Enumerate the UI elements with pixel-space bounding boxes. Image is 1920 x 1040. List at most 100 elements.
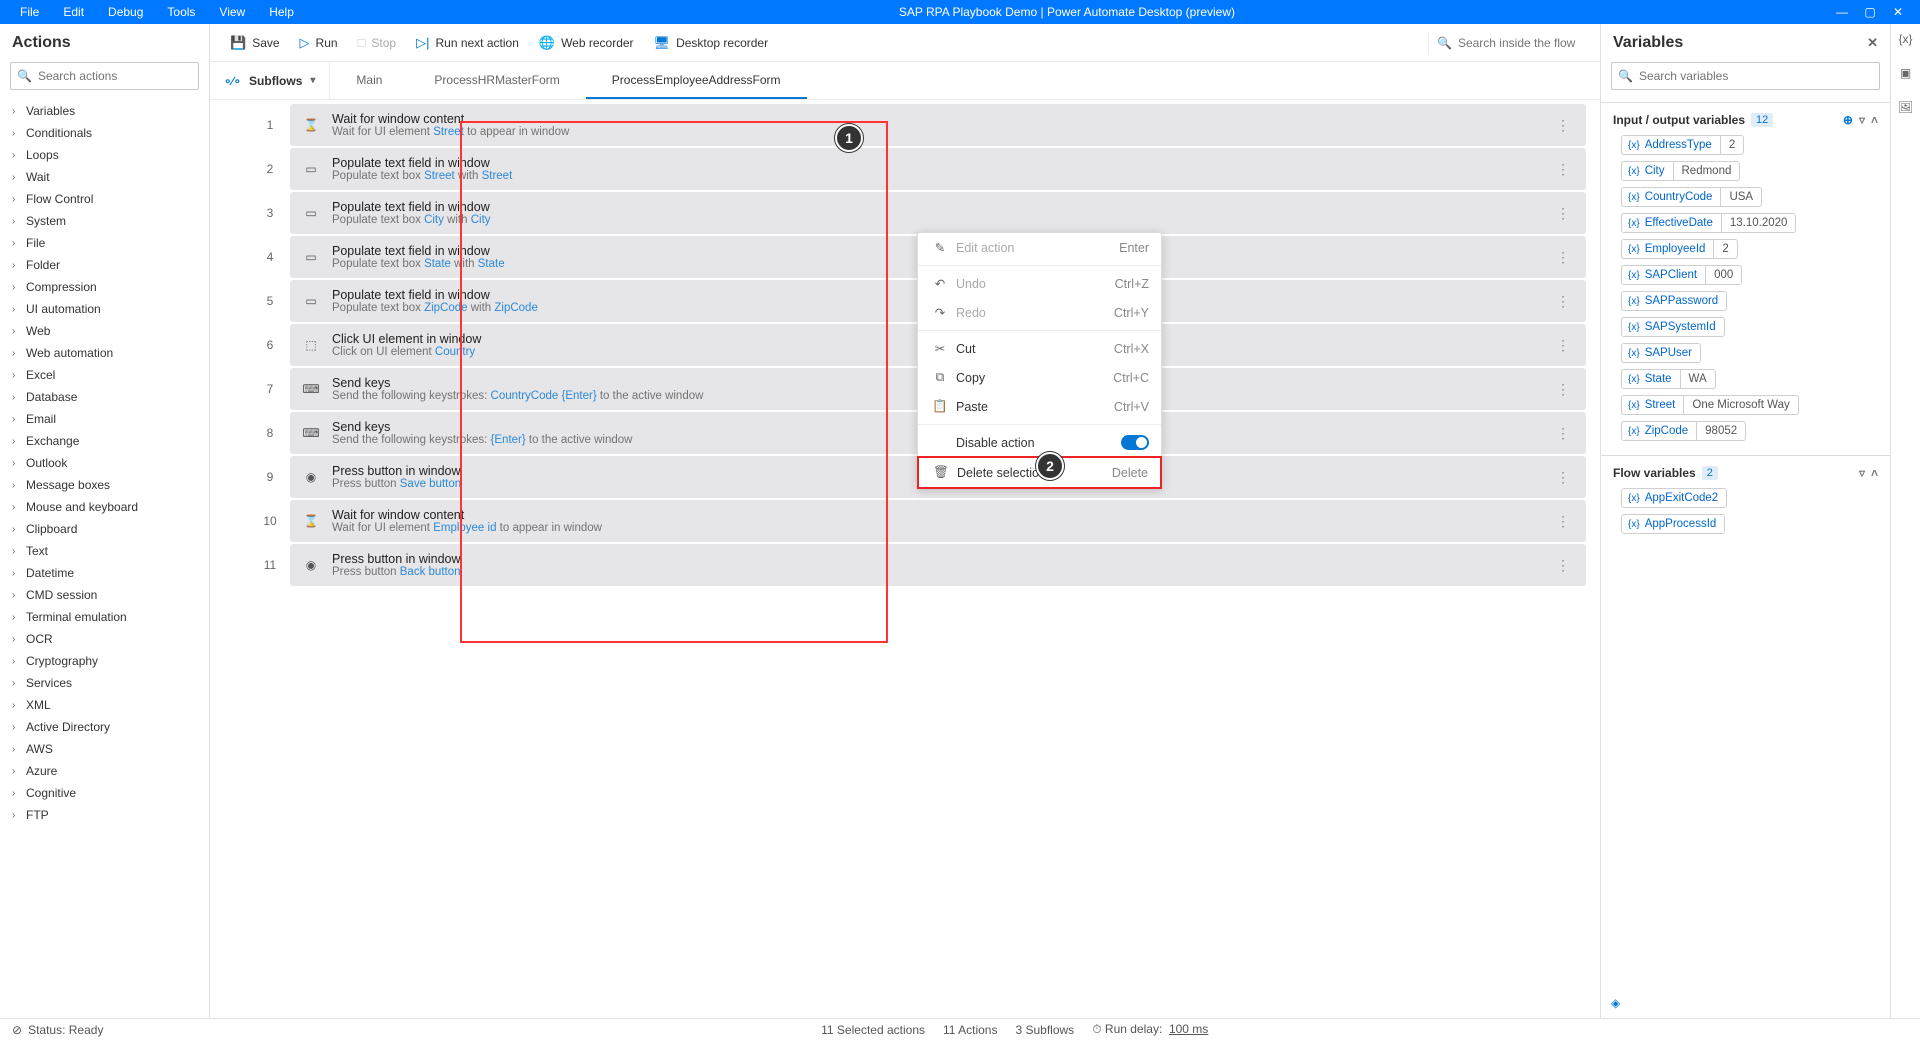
step-more-button[interactable]: ⋮ [1550, 469, 1576, 486]
action-category[interactable]: ›Conditionals [4, 122, 205, 144]
action-category[interactable]: ›XML [4, 694, 205, 716]
step-more-button[interactable]: ⋮ [1550, 205, 1576, 222]
action-category[interactable]: ›Folder [4, 254, 205, 276]
images-icon[interactable]: 🖼 [1898, 100, 1913, 114]
ctx-paste[interactable]: 📋PasteCtrl+V [918, 392, 1161, 421]
variable-chip[interactable]: {x}EffectiveDate13.10.2020 [1621, 213, 1884, 233]
desktop-recorder-button[interactable]: 🖥Desktop recorder [646, 31, 777, 55]
collapse-icon[interactable]: ˄ [1871, 113, 1878, 127]
action-category[interactable]: ›Wait [4, 166, 205, 188]
step-more-button[interactable]: ⋮ [1550, 425, 1576, 442]
variable-chip[interactable]: {x}AddressType2 [1621, 135, 1884, 155]
menu-tools[interactable]: Tools [155, 1, 207, 23]
close-window-button[interactable]: ✕ [1884, 5, 1912, 19]
flow-step[interactable]: 10⌛Wait for window contentWait for UI el… [250, 500, 1586, 542]
stop-button[interactable]: □Stop [350, 31, 405, 54]
action-category[interactable]: ›Active Directory [4, 716, 205, 738]
action-category[interactable]: ›Message boxes [4, 474, 205, 496]
action-category[interactable]: ›Cryptography [4, 650, 205, 672]
ctx-undo[interactable]: ↶UndoCtrl+Z [918, 269, 1161, 298]
action-category[interactable]: ›Services [4, 672, 205, 694]
variables-search-input[interactable] [1639, 69, 1873, 83]
action-category[interactable]: ›OCR [4, 628, 205, 650]
flow-step[interactable]: 2▭Populate text field in windowPopulate … [250, 148, 1586, 190]
variable-chip[interactable]: {x}StateWA [1621, 369, 1884, 389]
action-category[interactable]: ›Text [4, 540, 205, 562]
action-category[interactable]: ›File [4, 232, 205, 254]
web-recorder-button[interactable]: 🌐Web recorder [531, 31, 642, 55]
action-category[interactable]: ›Flow Control [4, 188, 205, 210]
subflows-dropdown[interactable]: ∘∕∘Subflows▾ [210, 62, 330, 99]
action-category[interactable]: ›Loops [4, 144, 205, 166]
action-category[interactable]: ›FTP [4, 804, 205, 826]
step-more-button[interactable]: ⋮ [1550, 161, 1576, 178]
save-button[interactable]: 💾Save [222, 31, 288, 55]
action-category[interactable]: ›Database [4, 386, 205, 408]
variable-chip[interactable]: {x}CityRedmond [1621, 161, 1884, 181]
variable-chip[interactable]: {x}StreetOne Microsoft Way [1621, 395, 1884, 415]
minimize-button[interactable]: — [1828, 5, 1856, 19]
action-category[interactable]: ›Azure [4, 760, 205, 782]
action-category[interactable]: ›System [4, 210, 205, 232]
menu-help[interactable]: Help [257, 1, 306, 23]
ctx-copy[interactable]: ⧉CopyCtrl+C [918, 363, 1161, 392]
ctx-redo[interactable]: ↷RedoCtrl+Y [918, 298, 1161, 327]
variable-chip[interactable]: {x}SAPUser [1621, 343, 1884, 363]
variable-chip[interactable]: {x}SAPSystemId [1621, 317, 1884, 337]
action-category[interactable]: ›Compression [4, 276, 205, 298]
collapse-icon[interactable]: ˄ [1871, 466, 1878, 480]
layers-icon[interactable]: ▣ [1900, 66, 1911, 80]
flow-search-input[interactable] [1458, 36, 1580, 50]
ctx-disable-action[interactable]: Disable action [918, 428, 1161, 457]
add-variable-button[interactable]: ⊕ [1843, 113, 1853, 127]
action-category[interactable]: ›Email [4, 408, 205, 430]
ctx-cut[interactable]: ✂CutCtrl+X [918, 334, 1161, 363]
ctx-edit-action[interactable]: ✎Edit actionEnter [918, 233, 1161, 262]
step-more-button[interactable]: ⋮ [1550, 557, 1576, 574]
actions-search[interactable]: 🔍 [10, 62, 199, 90]
action-category[interactable]: ›Web automation [4, 342, 205, 364]
step-more-button[interactable]: ⋮ [1550, 337, 1576, 354]
menu-edit[interactable]: Edit [51, 1, 96, 23]
flow-step[interactable]: 1⌛Wait for window contentWait for UI ele… [250, 104, 1586, 146]
variable-chip[interactable]: {x}AppExitCode2 [1621, 488, 1884, 508]
variable-chip[interactable]: {x}ZipCode98052 [1621, 421, 1884, 441]
step-more-button[interactable]: ⋮ [1550, 381, 1576, 398]
variable-chip[interactable]: {x}AppProcessId [1621, 514, 1884, 534]
step-more-button[interactable]: ⋮ [1550, 293, 1576, 310]
variables-search[interactable]: 🔍 [1611, 62, 1880, 90]
run-button[interactable]: ▷Run [292, 31, 346, 55]
run-next-button[interactable]: ▷|Run next action [408, 31, 527, 55]
tab-main[interactable]: Main [330, 62, 408, 99]
action-category[interactable]: ›AWS [4, 738, 205, 760]
tab-processhrmasterform[interactable]: ProcessHRMasterForm [408, 62, 585, 99]
actions-search-input[interactable] [38, 69, 193, 83]
step-more-button[interactable]: ⋮ [1550, 249, 1576, 266]
run-delay-value[interactable]: 100 ms [1169, 1022, 1208, 1036]
io-variables-header[interactable]: Input / output variables 12 ⊕ ▿ ˄ [1601, 107, 1890, 133]
action-category[interactable]: ›Web [4, 320, 205, 342]
selection-toggle-icon[interactable]: ◈ [1611, 996, 1620, 1010]
flow-variables-header[interactable]: Flow variables 2 ▿ ˄ [1601, 460, 1890, 486]
step-more-button[interactable]: ⋮ [1550, 513, 1576, 530]
menu-view[interactable]: View [207, 1, 257, 23]
action-category[interactable]: ›Excel [4, 364, 205, 386]
action-category[interactable]: ›Exchange [4, 430, 205, 452]
variable-chip[interactable]: {x}SAPPassword [1621, 291, 1884, 311]
flow-step[interactable]: 3▭Populate text field in windowPopulate … [250, 192, 1586, 234]
action-category[interactable]: ›Mouse and keyboard [4, 496, 205, 518]
action-category[interactable]: ›Clipboard [4, 518, 205, 540]
step-more-button[interactable]: ⋮ [1550, 117, 1576, 134]
tab-processemployeeaddressform[interactable]: ProcessEmployeeAddressForm [586, 62, 807, 99]
action-category[interactable]: ›Datetime [4, 562, 205, 584]
filter-icon[interactable]: ▿ [1859, 113, 1865, 127]
action-category[interactable]: ›Variables [4, 100, 205, 122]
action-category[interactable]: ›CMD session [4, 584, 205, 606]
flow-canvas[interactable]: 1⌛Wait for window contentWait for UI ele… [210, 100, 1600, 1018]
variable-chip[interactable]: {x}EmployeeId2 [1621, 239, 1884, 259]
action-category[interactable]: ›Terminal emulation [4, 606, 205, 628]
disable-toggle[interactable] [1121, 435, 1149, 450]
action-category[interactable]: ›UI automation [4, 298, 205, 320]
action-category[interactable]: ›Cognitive [4, 782, 205, 804]
variable-chip[interactable]: {x}SAPClient000 [1621, 265, 1884, 285]
